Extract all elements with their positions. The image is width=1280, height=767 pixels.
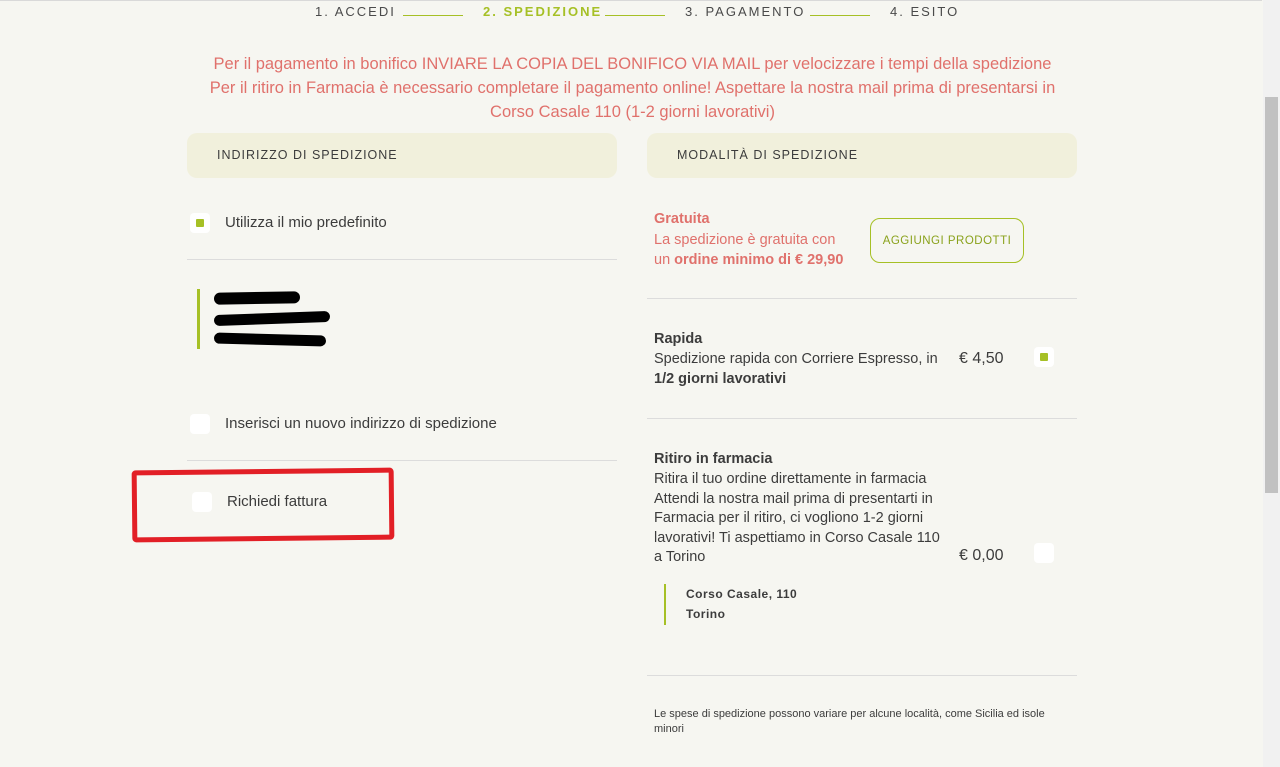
fast-shipping-radio[interactable] <box>1034 347 1054 367</box>
notice-line: Per il ritiro in Farmacia è necessario c… <box>209 79 1056 97</box>
redacted-text <box>213 310 331 327</box>
store-address-bar <box>664 584 666 625</box>
notice-line: Per il pagamento in bonifico INVIARE LA … <box>213 55 1052 73</box>
step-connector <box>605 15 665 16</box>
default-address-label[interactable]: Utilizza il mio predefinito <box>225 214 387 231</box>
invoice-label[interactable]: Richiedi fattura <box>227 493 327 510</box>
divider <box>647 418 1077 419</box>
fast-shipping-desc: Spedizione rapida con Corriere Espresso,… <box>654 350 944 389</box>
new-address-radio[interactable] <box>190 414 210 434</box>
fast-shipping-title: Rapida <box>654 331 703 347</box>
scrollbar-thumb[interactable] <box>1265 97 1278 493</box>
pickup-title: Ritiro in farmacia <box>654 451 773 467</box>
free-shipping-minimum: ordine minimo di € 29,90 <box>674 251 844 268</box>
step-pagamento: 3. PAGAMENTO <box>685 4 806 19</box>
free-shipping-desc: La spedizione è gratuita con un ordine m… <box>654 231 854 270</box>
pickup-desc: Ritira il tuo ordine direttamente in far… <box>654 471 940 565</box>
pickup-radio[interactable] <box>1034 543 1054 563</box>
checkout-steps: 1. ACCEDI 2. SPEDIZIONE 3. PAGAMENTO 4. … <box>0 4 1262 20</box>
step-connector <box>810 15 870 16</box>
payment-notice: Per il pagamento in bonifico INVIARE LA … <box>180 52 1085 124</box>
default-address-radio[interactable] <box>190 213 210 233</box>
pickup-price: € 0,00 <box>959 547 1004 564</box>
store-city: Torino <box>686 607 726 621</box>
step-connector <box>403 15 463 16</box>
divider <box>647 298 1077 299</box>
shipping-address-header: INDIRIZZO DI SPEDIZIONE <box>187 133 617 178</box>
new-address-label[interactable]: Inserisci un nuovo indirizzo di spedizio… <box>225 415 497 432</box>
step-accedi[interactable]: 1. ACCEDI <box>315 4 396 19</box>
fast-shipping-price: € 4,50 <box>959 350 1004 367</box>
store-street: Corso Casale, 110 <box>686 587 798 601</box>
free-shipping-title: Gratuita <box>654 211 710 227</box>
notice-line: Corso Casale 110 (1-2 giorni lavorativi) <box>490 103 775 121</box>
step-spedizione[interactable]: 2. SPEDIZIONE <box>483 4 602 19</box>
default-address-block <box>197 289 200 349</box>
shipping-footnote: Le spese di spedizione possono variare p… <box>654 708 1045 735</box>
fast-shipping-days: 1/2 giorni lavorativi <box>654 370 787 387</box>
shipping-method-header: MODALITÀ DI SPEDIZIONE <box>647 133 1077 178</box>
fast-shipping-desc-text: Spedizione rapida con Corriere Espresso,… <box>654 351 938 367</box>
divider <box>647 675 1077 676</box>
step-esito: 4. ESITO <box>890 4 960 19</box>
redacted-text <box>213 291 301 305</box>
redacted-text <box>213 332 327 347</box>
divider <box>187 460 617 461</box>
divider <box>187 259 617 260</box>
invoice-checkbox[interactable] <box>192 492 212 512</box>
top-border <box>0 0 1262 1</box>
add-products-button[interactable]: AGGIUNGI PRODOTTI <box>870 218 1024 263</box>
